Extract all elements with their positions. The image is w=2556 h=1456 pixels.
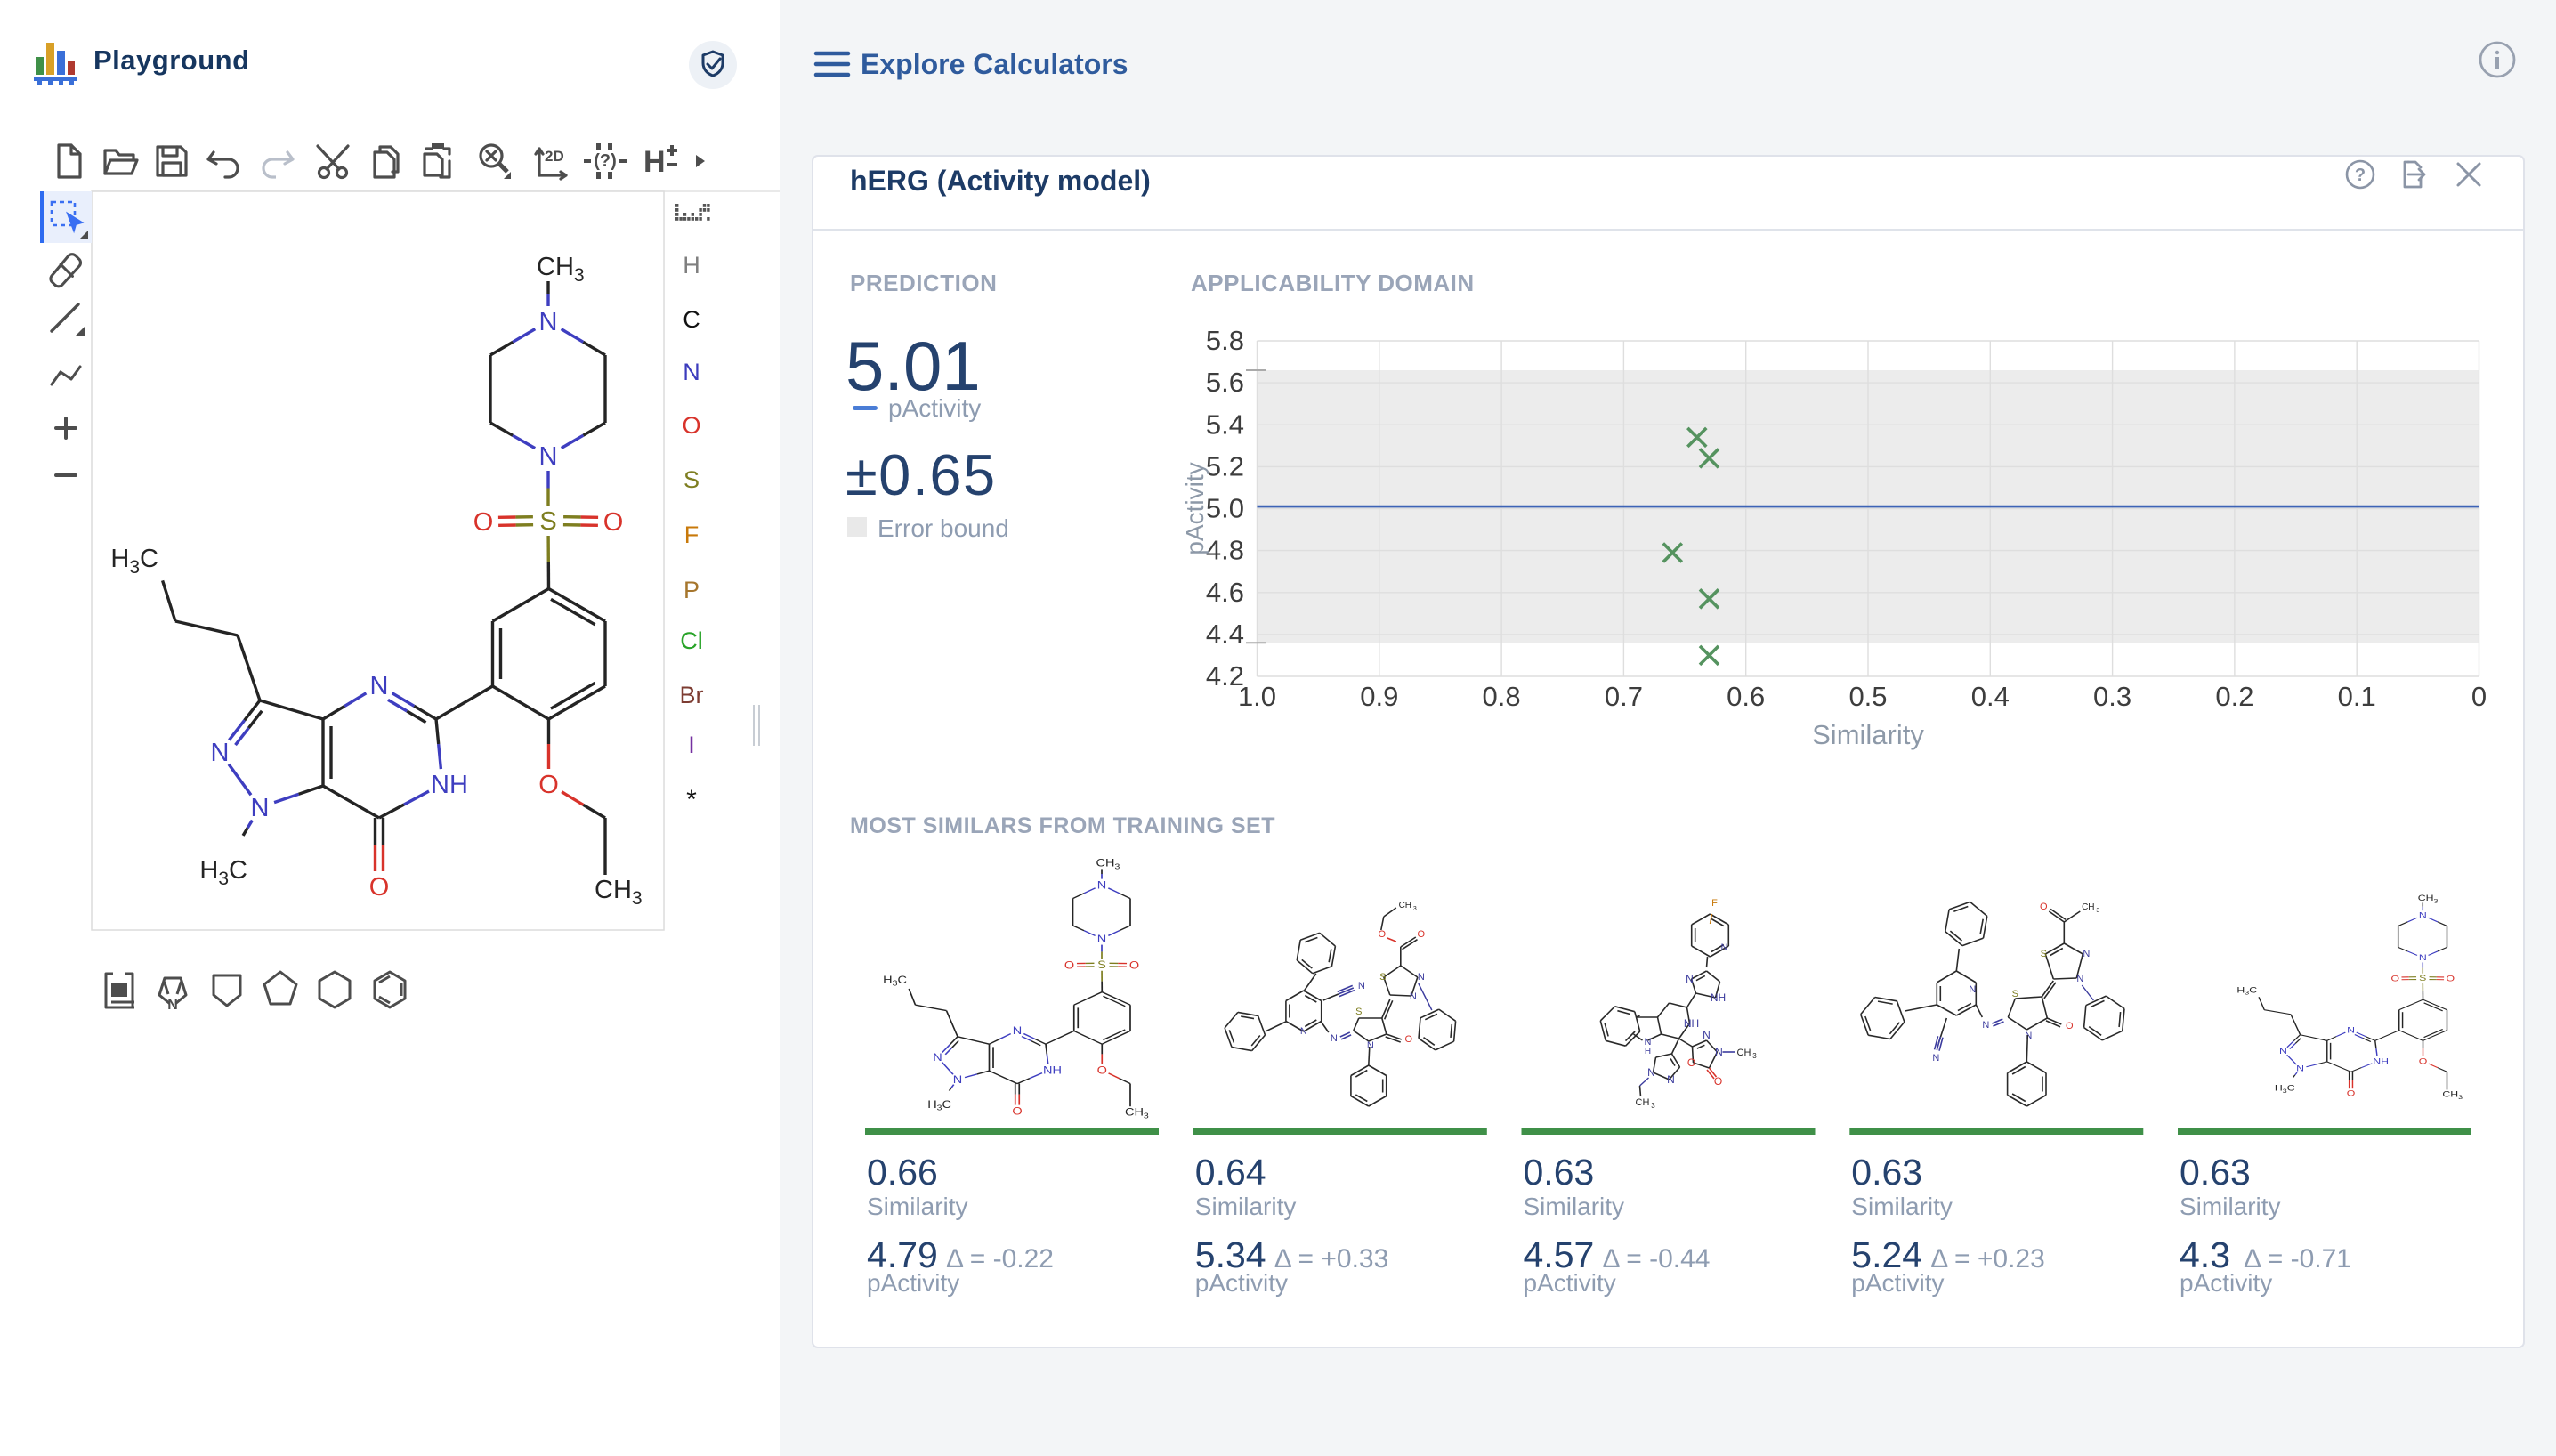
svg-text:O: O: [2447, 975, 2455, 983]
svg-text:Similarity: Similarity: [1524, 1193, 1625, 1220]
svg-text:CH: CH: [1737, 1048, 1751, 1058]
svg-text:Similarity: Similarity: [2180, 1193, 2281, 1220]
svg-text:pActivity: pActivity: [1195, 1269, 1288, 1297]
svg-text:N: N: [933, 1051, 942, 1063]
svg-text:0.63: 0.63: [1851, 1152, 1922, 1193]
svg-text:N: N: [2347, 1026, 2355, 1035]
svg-text:H3C: H3C: [883, 974, 907, 988]
svg-text:Δ = -0.22: Δ = -0.22: [946, 1244, 1054, 1274]
svg-text:NH: NH: [2373, 1057, 2389, 1066]
svg-text:3: 3: [1651, 1102, 1655, 1110]
svg-text:H: H: [1645, 1047, 1651, 1056]
svg-text:N: N: [953, 1073, 962, 1085]
svg-text:N: N: [1969, 984, 1976, 995]
svg-text:N: N: [2419, 954, 2427, 963]
svg-text:N: N: [1667, 1073, 1675, 1086]
svg-text:N: N: [1721, 942, 1728, 953]
svg-text:N: N: [2076, 974, 2083, 984]
svg-text:O: O: [2066, 1021, 2074, 1031]
svg-text:O: O: [1012, 1105, 1022, 1117]
svg-text:N: N: [1418, 972, 1425, 983]
svg-text:F: F: [1711, 898, 1718, 909]
svg-text:CH: CH: [2082, 902, 2094, 912]
svg-text:N: N: [1097, 933, 1106, 944]
svg-text:N: N: [1300, 1026, 1307, 1037]
svg-text:N: N: [1410, 991, 1417, 1002]
svg-text:3: 3: [2096, 908, 2099, 914]
svg-text:N: N: [2083, 949, 2090, 959]
svg-text:N: N: [2025, 1031, 2032, 1041]
svg-text:0.63: 0.63: [1524, 1152, 1595, 1193]
svg-text:N: N: [2296, 1064, 2304, 1073]
svg-text:0.63: 0.63: [2180, 1152, 2251, 1193]
svg-text:3: 3: [1413, 906, 1417, 912]
svg-text:H3C: H3C: [2275, 1084, 2295, 1094]
svg-text:N: N: [1647, 1066, 1655, 1079]
svg-text:S: S: [2041, 949, 2047, 959]
svg-text:O: O: [1714, 1075, 1722, 1088]
svg-text:H3C: H3C: [2236, 986, 2257, 996]
svg-text:O: O: [1418, 929, 1426, 940]
svg-text:Similarity: Similarity: [1195, 1193, 1297, 1220]
svg-text:O: O: [1687, 1056, 1695, 1069]
svg-text:pActivity: pActivity: [1524, 1269, 1616, 1297]
svg-text:N: N: [1686, 973, 1694, 985]
svg-text:0.64: 0.64: [1195, 1152, 1266, 1193]
svg-text:N: N: [1703, 1029, 1711, 1041]
svg-text:N: N: [1097, 879, 1106, 891]
svg-text:O: O: [1379, 929, 1387, 940]
svg-text:O: O: [2419, 1057, 2428, 1066]
svg-text:N: N: [1367, 1040, 1374, 1051]
svg-text:CH3: CH3: [1125, 1106, 1149, 1120]
svg-text:O: O: [1405, 1034, 1413, 1045]
svg-text:N: N: [1715, 1046, 1723, 1058]
svg-text:O: O: [2347, 1089, 2356, 1098]
svg-text:O: O: [2390, 975, 2399, 983]
svg-text:NH: NH: [1684, 1017, 1699, 1030]
svg-text:N: N: [1013, 1024, 1022, 1036]
svg-text:pActivity: pActivity: [2180, 1269, 2272, 1297]
svg-text:Δ = +0.23: Δ = +0.23: [1930, 1244, 2044, 1274]
svg-text:S: S: [2419, 975, 2426, 983]
svg-text:O: O: [1064, 959, 1074, 971]
svg-text:N: N: [1358, 981, 1365, 991]
svg-text:S: S: [1355, 1007, 1362, 1017]
svg-text:CH3: CH3: [2418, 894, 2439, 904]
svg-text:Δ = +0.33: Δ = +0.33: [1274, 1244, 1388, 1274]
svg-text:Similarity: Similarity: [1851, 1193, 1953, 1220]
svg-text:pActivity: pActivity: [1851, 1269, 1944, 1297]
svg-text:0.66: 0.66: [867, 1152, 938, 1193]
svg-text:Similarity: Similarity: [867, 1193, 968, 1220]
svg-text:CH: CH: [1399, 901, 1411, 910]
svg-text:Δ = -0.44: Δ = -0.44: [1603, 1244, 1711, 1274]
svg-text:S: S: [1097, 959, 1106, 970]
svg-text:N: N: [2279, 1048, 2287, 1056]
svg-text:N: N: [1932, 1053, 1939, 1064]
svg-text:N: N: [2419, 911, 2427, 920]
svg-text:3: 3: [1752, 1052, 1757, 1060]
svg-text:O: O: [2040, 902, 2048, 912]
svg-text:O: O: [1129, 959, 1139, 971]
svg-text:N: N: [1331, 1033, 1338, 1044]
svg-text:CH3: CH3: [1096, 857, 1120, 871]
svg-text:CH3: CH3: [2442, 1090, 2463, 1100]
svg-text:H3C: H3C: [927, 1098, 951, 1112]
svg-text:NH: NH: [1711, 991, 1726, 1004]
svg-text:pActivity: pActivity: [867, 1269, 959, 1297]
svg-text:NH: NH: [1043, 1064, 1062, 1076]
svg-text:CH: CH: [1636, 1097, 1650, 1108]
svg-text:O: O: [1097, 1064, 1107, 1076]
svg-text:S: S: [2012, 989, 2018, 999]
svg-text:N: N: [1982, 1020, 1989, 1031]
svg-text:S: S: [1379, 972, 1386, 983]
